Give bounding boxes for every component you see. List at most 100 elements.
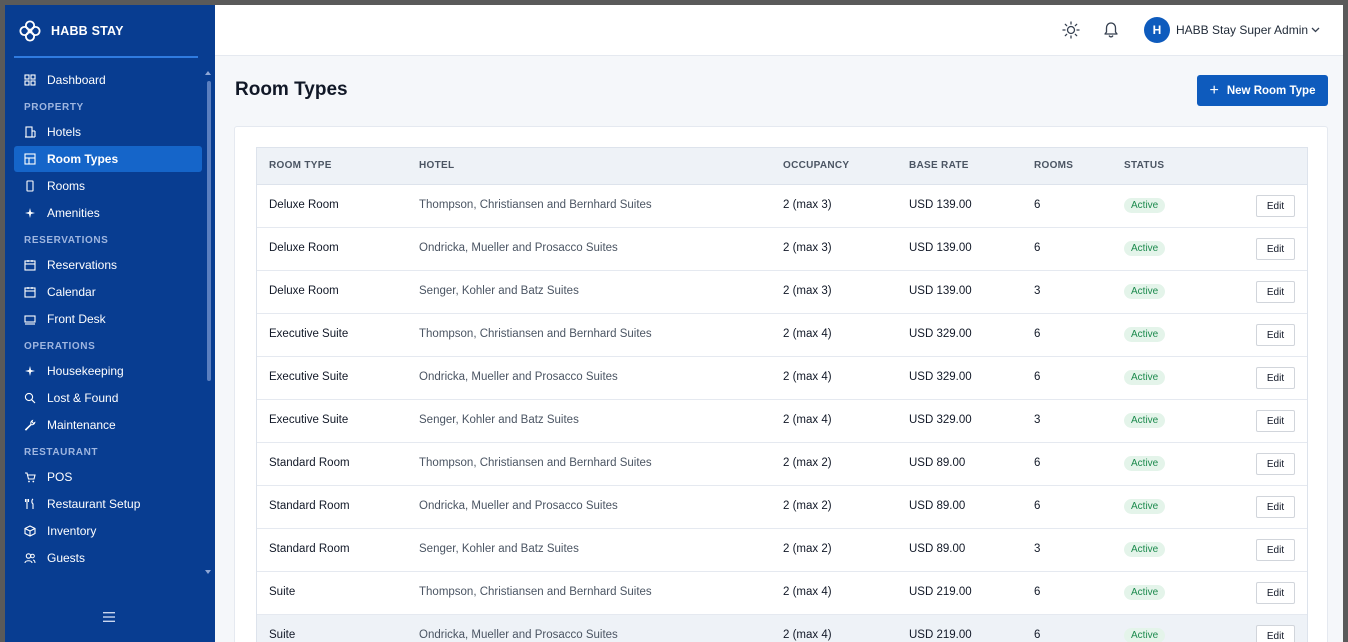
edit-button[interactable]: Edit [1256,539,1295,561]
sun-icon[interactable] [1062,21,1080,39]
cell-base-rate: USD 219.00 [909,586,972,598]
edit-button[interactable]: Edit [1256,625,1295,642]
user-avatar[interactable]: H [1144,17,1170,43]
cell-room-type: Standard Room [269,457,350,469]
cell-rooms: 3 [1034,414,1041,426]
sidebar-item-front-desk[interactable]: Front Desk [14,306,202,332]
edit-button[interactable]: Edit [1256,238,1295,260]
cell-occupancy: 2 (max 2) [783,543,832,555]
header-hotel[interactable]: HOTEL [419,160,454,171]
cell-room-type: Executive Suite [269,328,349,340]
topbar: H HABB Stay Super Admin [215,5,1343,56]
edit-button[interactable]: Edit [1256,195,1295,217]
menu-collapse-icon[interactable] [102,611,116,623]
cell-rooms: 3 [1034,543,1041,555]
scroll-down-arrow-icon[interactable] [205,570,211,574]
room-types-card: ROOM TYPE HOTEL OCCUPANCY BASE RATE ROOM… [234,126,1328,642]
status-badge: Active [1124,413,1166,428]
cell-occupancy: 2 (max 4) [783,328,832,340]
sidebar-item-pos[interactable]: POS [14,464,202,490]
table-row[interactable]: Executive Suite Ondricka, Mueller and Pro… [257,357,1307,400]
table-row[interactable]: Executive Suite Thompson, Christiansen an… [257,314,1307,357]
sidebar-item-guests[interactable]: Guests [14,545,202,571]
sidebar-scrollbar[interactable] [207,81,211,381]
sidebar-item-reservations[interactable]: Reservations [14,252,202,278]
table-row[interactable]: Suite Ondricka, Mueller and Prosacco Suit… [257,615,1307,642]
chevron-down-icon[interactable] [1311,26,1320,33]
header-room-type[interactable]: ROOM TYPE [269,160,332,171]
table-row[interactable]: Standard Room Thompson, Christiansen and … [257,443,1307,486]
sidebar-item-hotels[interactable]: Hotels [14,119,202,145]
header-status[interactable]: STATUS [1124,160,1164,171]
cell-rooms: 6 [1034,328,1041,340]
table-row[interactable]: Suite Thompson, Christiansen and Bernhard… [257,572,1307,615]
sidebar-item-room-types[interactable]: Room Types [14,146,202,172]
cell-hotel: Thompson, Christiansen and Bernhard Suit… [419,328,652,340]
cell-room-type: Suite [269,629,296,641]
plus-icon: + [1209,81,1219,99]
edit-button[interactable]: Edit [1256,496,1295,518]
table-row[interactable]: Standard Room Senger, Kohler and Batz Sui… [257,529,1307,572]
sidebar-item-label: Dashboard [47,73,106,87]
cell-room-type: Suite [269,586,296,598]
cell-rooms: 6 [1034,199,1041,211]
cell-room-type: Standard Room [269,500,350,512]
table-row[interactable]: Deluxe Room Thompson, Christiansen and Be… [257,185,1307,228]
sidebar-item-dashboard[interactable]: Dashboard [14,67,202,93]
table-row[interactable]: Deluxe Room Senger, Kohler and Batz Suite… [257,271,1307,314]
wrench-icon [24,419,36,431]
cell-hotel: Thompson, Christiansen and Bernhard Suit… [419,457,652,469]
sidebar-item-restaurant-setup[interactable]: Restaurant Setup [14,491,202,517]
table-row[interactable]: Standard Room Ondricka, Mueller and Prosa… [257,486,1307,529]
user-name[interactable]: HABB Stay Super Admin [1176,23,1308,37]
header-rooms[interactable]: ROOMS [1034,160,1073,171]
desk-icon [24,313,36,325]
sidebar-item-amenities[interactable]: Amenities [14,200,202,226]
sidebar-item-inventory[interactable]: Inventory [14,518,202,544]
cell-hotel: Thompson, Christiansen and Bernhard Suit… [419,199,652,211]
cell-occupancy: 2 (max 2) [783,500,832,512]
layout-icon [24,153,36,165]
sidebar-item-label: Calendar [47,285,96,299]
cell-base-rate: USD 139.00 [909,242,972,254]
sidebar-item-label: Amenities [47,206,100,220]
sidebar-item-maintenance[interactable]: Maintenance [14,412,202,438]
sidebar-item-label: Room Types [47,152,119,166]
sidebar-item-housekeeping[interactable]: Housekeeping [14,358,202,384]
sidebar-item-label: Lost & Found [47,391,119,405]
search-icon [24,392,36,404]
cell-occupancy: 2 (max 3) [783,242,832,254]
status-badge: Active [1124,241,1166,256]
cell-rooms: 6 [1034,629,1041,641]
cell-room-type: Executive Suite [269,371,349,383]
sidebar-item-rooms[interactable]: Rooms [14,173,202,199]
edit-button[interactable]: Edit [1256,410,1295,432]
sidebar-item-calendar[interactable]: Calendar [14,279,202,305]
edit-button[interactable]: Edit [1256,367,1295,389]
sidebar-item-label: Front Desk [47,312,106,326]
table-row[interactable]: Executive Suite Senger, Kohler and Batz S… [257,400,1307,443]
header-base-rate[interactable]: BASE RATE [909,160,969,171]
cell-base-rate: USD 139.00 [909,285,972,297]
cell-hotel: Senger, Kohler and Batz Suites [419,543,579,555]
brand[interactable]: HABB STAY [5,5,215,57]
cell-occupancy: 2 (max 2) [783,457,832,469]
bell-icon[interactable] [1103,21,1119,39]
table-body: Deluxe Room Thompson, Christiansen and Be… [257,185,1307,642]
edit-button[interactable]: Edit [1256,582,1295,604]
header-occupancy[interactable]: OCCUPANCY [783,160,849,171]
edit-button[interactable]: Edit [1256,281,1295,303]
edit-button[interactable]: Edit [1256,324,1295,346]
edit-button[interactable]: Edit [1256,453,1295,475]
table-row[interactable]: Deluxe Room Ondricka, Mueller and Prosacc… [257,228,1307,271]
sidebar-item-lost-and-found[interactable]: Lost & Found [14,385,202,411]
calendar-icon [24,286,36,298]
scroll-up-arrow-icon[interactable] [205,71,211,75]
room-types-table: ROOM TYPE HOTEL OCCUPANCY BASE RATE ROOM… [256,147,1308,642]
cell-base-rate: USD 219.00 [909,629,972,641]
new-room-type-button[interactable]: + New Room Type [1197,75,1328,106]
sidebar-item-label: Hotels [47,125,82,139]
brand-name: HABB STAY [51,24,124,38]
sidebar-item-label: POS [47,470,73,484]
status-badge: Active [1124,198,1166,213]
